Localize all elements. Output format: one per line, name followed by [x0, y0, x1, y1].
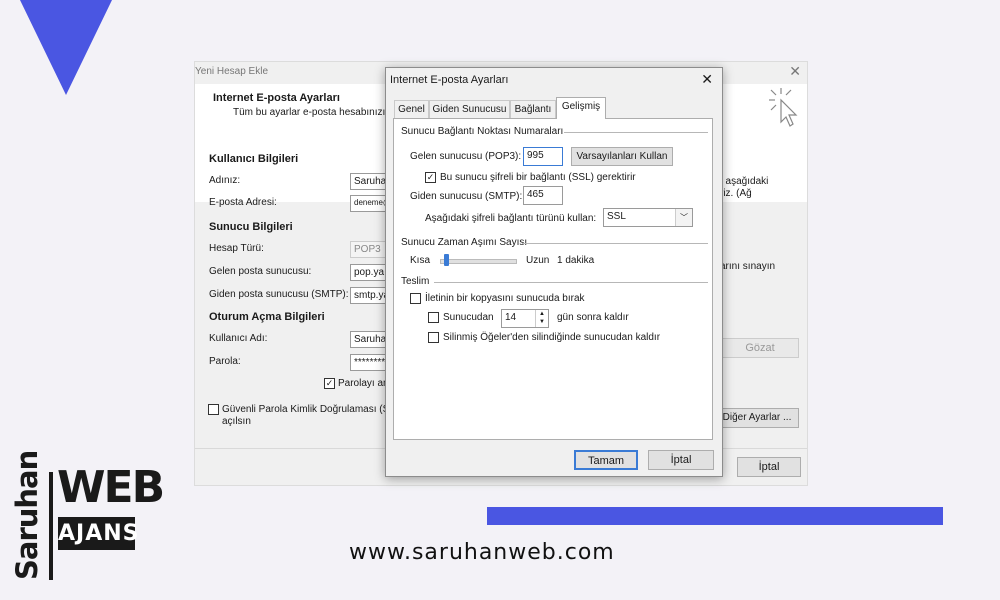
label-name: Adınız:	[209, 175, 241, 186]
cursor-sparkle-icon	[769, 88, 798, 127]
section-user-info: Kullanıcı Bilgileri	[209, 153, 299, 165]
outgoing-server-input[interactable]: smtp.ya	[350, 287, 390, 304]
encryption-type-select[interactable]: SSL ﹀	[603, 208, 693, 227]
ssl-label: Bu sunucu şifreli bir bağlantı (SSL) ger…	[440, 172, 636, 183]
stepper-up-icon[interactable]: ▲	[535, 310, 548, 318]
incoming-port-label: Gelen sunucusu (POP3):	[410, 151, 522, 162]
section-login-info: Oturum Açma Bilgileri	[209, 311, 325, 323]
ssl-checkbox[interactable]: ✓	[425, 172, 436, 183]
remove-deleted-label: Silinmiş Öğeler'den silindiğinde sunucud…	[443, 332, 661, 343]
incoming-server-input[interactable]: pop.ya	[350, 264, 390, 281]
info-text-2: riz. (Ağ	[720, 188, 752, 199]
tab-connection[interactable]: Bağlantı	[510, 100, 556, 118]
info-text-1: , aşağıdaki	[720, 176, 769, 187]
days-value: 14	[505, 312, 517, 323]
spa-label: Güvenli Parola Kimlik Doğrulaması (SPA	[222, 404, 402, 415]
browse-button[interactable]: Gözat	[721, 338, 799, 358]
timeout-value: 1 dakika	[557, 255, 595, 266]
remember-password-checkbox[interactable]: ✓	[324, 378, 335, 389]
remove-deleted-checkbox[interactable]	[428, 332, 439, 343]
label-account-type: Hesap Türü:	[209, 243, 264, 254]
close-icon[interactable]: ✕	[789, 63, 801, 80]
name-input[interactable]: Saruhan	[350, 173, 390, 190]
remember-password-label: Parolayı an	[338, 378, 389, 389]
advanced-panel: Sunucu Bağlantı Noktası Numaraları Gelen…	[393, 118, 713, 440]
leave-copy-checkbox[interactable]	[410, 293, 421, 304]
timeout-short-label: Kısa	[410, 255, 431, 266]
group-divider	[564, 132, 708, 133]
label-password: Parola:	[209, 356, 241, 367]
logo-web-text: WEB	[57, 462, 165, 513]
tab-advanced[interactable]: Gelişmiş	[556, 97, 606, 119]
outgoing-port-input[interactable]: 465	[523, 186, 563, 205]
outgoing-port-label: Giden sunucusu (SMTP):	[410, 191, 523, 202]
logo-saruhan-text: Saruhan	[10, 450, 44, 580]
info-text-3: arını sınayın	[720, 261, 776, 272]
dialog-cancel-button[interactable]: İptal	[648, 450, 714, 470]
wizard-cancel-button[interactable]: İptal	[737, 457, 801, 477]
username-input[interactable]: Saruhan	[350, 331, 390, 348]
logo-divider	[49, 472, 53, 580]
days-stepper[interactable]: 14 ▲ ▼	[501, 309, 549, 328]
dialog-title: Internet E-posta Ayarları	[390, 74, 509, 86]
days-suffix-label: gün sonra kaldır	[557, 312, 629, 323]
wizard-heading: Internet E-posta Ayarları	[213, 92, 340, 104]
logo-ajans-text: AJANS	[58, 517, 139, 550]
group-divider	[434, 282, 708, 283]
timeout-long-label: Uzun	[526, 255, 550, 266]
dialog-close-icon[interactable]: ✕	[701, 71, 713, 88]
group-divider	[522, 243, 708, 244]
ok-button[interactable]: Tamam	[574, 450, 638, 470]
decorative-triangle	[20, 0, 112, 95]
accent-bar	[487, 507, 943, 525]
port-numbers-group-label: Sunucu Bağlantı Noktası Numaraları	[401, 126, 564, 137]
email-input[interactable]: deneme@saruhanweb.com	[350, 195, 390, 212]
wizard-subheading: Tüm bu ayarlar e-posta hesabınızın	[233, 107, 391, 118]
account-type-select[interactable]: POP3	[350, 241, 390, 258]
window-title: Yeni Hesap Ekle	[195, 66, 269, 77]
password-input[interactable]: ********	[350, 354, 390, 371]
timeout-slider-thumb[interactable]	[443, 254, 449, 266]
section-server-info: Sunucu Bilgileri	[209, 221, 293, 233]
timeout-group-label: Sunucu Zaman Aşımı Sayısı	[401, 237, 528, 248]
use-defaults-button[interactable]: Varsayılanları Kullan	[571, 147, 673, 166]
encryption-type-value: SSL	[607, 211, 626, 222]
website-url[interactable]: www.saruhanweb.com	[349, 540, 615, 565]
internet-email-settings-dialog: Internet E-posta Ayarları ✕ Genel Giden …	[385, 67, 723, 477]
label-email: E-posta Adresi:	[209, 197, 277, 208]
remove-after-checkbox[interactable]	[428, 312, 439, 323]
tab-general[interactable]: Genel	[394, 100, 429, 118]
chevron-down-icon[interactable]: ﹀	[675, 209, 692, 226]
stepper-down-icon[interactable]: ▼	[535, 318, 548, 327]
label-outgoing-server: Giden posta sunucusu (SMTP):	[209, 289, 349, 300]
leave-copy-label: İletinin bir kopyasını sunucuda bırak	[425, 293, 585, 304]
tab-outgoing-server[interactable]: Giden Sunucusu	[429, 100, 510, 118]
incoming-port-input[interactable]: 995	[523, 147, 563, 166]
spa-label-continued: açılsın	[222, 416, 251, 427]
delivery-group-label: Teslim	[401, 276, 430, 287]
label-incoming-server: Gelen posta sunucusu:	[209, 266, 312, 277]
more-settings-button[interactable]: Diğer Ayarlar ...	[715, 408, 799, 428]
label-username: Kullanıcı Adı:	[209, 333, 268, 344]
remove-after-label: Sunucudan	[443, 312, 494, 323]
timeout-slider-track[interactable]	[440, 259, 517, 264]
encryption-type-label: Aşağıdaki şifreli bağlantı türünü kullan…	[425, 213, 597, 224]
spa-checkbox[interactable]	[208, 404, 219, 415]
logo: Saruhan	[9, 450, 49, 582]
